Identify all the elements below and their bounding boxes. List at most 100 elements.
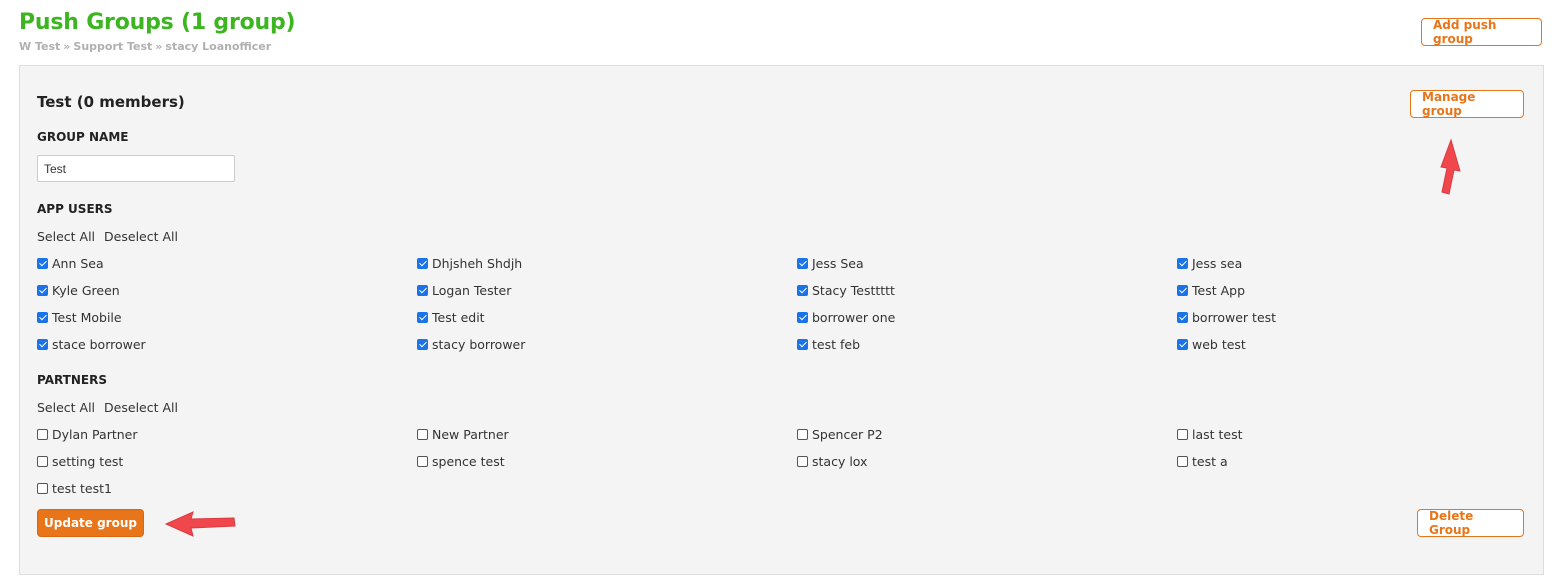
app-user-checkbox-item[interactable]: stace borrower (37, 336, 146, 352)
app-user-checkbox-item[interactable]: web test (1177, 336, 1246, 352)
app-user-row: Kyle Green Logan Tester Stacy Testtttt Test… (37, 282, 1557, 309)
app-user-checkbox-item[interactable]: Jess Sea (797, 255, 864, 271)
checkbox-checked-icon[interactable] (1177, 284, 1188, 296)
manage-group-button[interactable]: Manage group (1410, 90, 1524, 118)
group-name-label: GROUP NAME (37, 130, 129, 144)
app-user-checkbox-item[interactable]: Kyle Green (37, 282, 120, 298)
app-user-name: borrower one (812, 309, 896, 325)
app-user-checkbox-item[interactable]: borrower test (1177, 309, 1276, 325)
group-title: Test (0 members) (37, 93, 185, 111)
checkbox-unchecked-icon[interactable] (1177, 428, 1188, 440)
checkbox-checked-icon[interactable] (37, 284, 48, 296)
app-user-name: Dhjsheh Shdjh (432, 255, 523, 271)
app-user-checkbox-item[interactable]: Ann Sea (37, 255, 104, 271)
partner-checkbox-item[interactable]: test test1 (37, 480, 112, 496)
app-user-name: web test (1192, 336, 1246, 352)
breadcrumb-item[interactable]: W Test (19, 40, 60, 53)
app-user-name: Jess Sea (812, 255, 864, 271)
app-user-checkbox-item[interactable]: borrower one (797, 309, 895, 325)
checkbox-checked-icon[interactable] (37, 311, 48, 323)
partner-name: spence test (432, 453, 505, 469)
checkbox-checked-icon[interactable] (1177, 338, 1188, 350)
partner-row: setting test spence test stacy lox test a (37, 453, 1557, 480)
checkbox-unchecked-icon[interactable] (797, 428, 808, 440)
checkbox-unchecked-icon[interactable] (417, 428, 428, 440)
add-push-group-button[interactable]: Add push group (1421, 18, 1542, 46)
group-name-input[interactable] (37, 155, 235, 182)
app-user-checkbox-item[interactable]: Test App (1177, 282, 1245, 298)
partner-name: New Partner (432, 426, 509, 442)
checkbox-unchecked-icon[interactable] (37, 455, 48, 467)
checkbox-checked-icon[interactable] (1177, 311, 1188, 323)
partner-name: last test (1192, 426, 1243, 442)
breadcrumb-item[interactable]: stacy Loanofficer (165, 40, 271, 53)
checkbox-unchecked-icon[interactable] (1177, 455, 1188, 467)
checkbox-unchecked-icon[interactable] (37, 428, 48, 440)
app-users-select-links: Select All Deselect All (37, 229, 187, 244)
app-user-name: Test App (1192, 282, 1246, 298)
app-user-checkbox-item[interactable]: stacy borrower (417, 336, 525, 352)
partner-checkbox-item[interactable]: setting test (37, 453, 123, 469)
checkbox-checked-icon[interactable] (37, 257, 48, 269)
app-user-name: Test Mobile (52, 309, 122, 325)
app-users-list: Ann Sea Dhjsheh Shdjh Jess Sea Jess sea Kyle… (37, 255, 1557, 363)
partners-select-links: Select All Deselect All (37, 400, 187, 415)
app-user-checkbox-item[interactable]: test feb (797, 336, 860, 352)
app-user-name: stacy borrower (432, 336, 526, 352)
app-user-row: Ann Sea Dhjsheh Shdjh Jess Sea Jess sea (37, 255, 1557, 282)
group-panel: Test (0 members) Manage group GROUP NAME… (19, 65, 1544, 575)
checkbox-checked-icon[interactable] (37, 338, 48, 350)
update-group-button[interactable]: Update group (37, 509, 144, 537)
app-user-checkbox-item[interactable]: Test edit (417, 309, 485, 325)
delete-group-button[interactable]: Delete Group (1417, 509, 1524, 537)
partner-checkbox-item[interactable]: test a (1177, 453, 1228, 469)
partner-name: Dylan Partner (52, 426, 138, 442)
checkbox-checked-icon[interactable] (797, 257, 808, 269)
partner-name: test test1 (52, 480, 112, 496)
partners-select-all-link[interactable]: Select All (37, 400, 95, 415)
partner-row: test test1 (37, 480, 1557, 507)
checkbox-checked-icon[interactable] (417, 338, 428, 350)
app-users-deselect-all-link[interactable]: Deselect All (104, 229, 178, 244)
partner-checkbox-item[interactable]: New Partner (417, 426, 509, 442)
breadcrumb-separator: » (63, 40, 71, 53)
app-user-name: Logan Tester (432, 282, 512, 298)
app-user-name: Ann Sea (52, 255, 104, 271)
checkbox-checked-icon[interactable] (1177, 257, 1188, 269)
partner-row: Dylan Partner New Partner Spencer P2 last t… (37, 426, 1557, 453)
app-user-checkbox-item[interactable]: Test Mobile (37, 309, 122, 325)
app-user-name: Stacy Testtttt (812, 282, 895, 298)
app-user-checkbox-item[interactable]: Stacy Testtttt (797, 282, 895, 298)
partner-name: Spencer P2 (812, 426, 883, 442)
partner-checkbox-item[interactable]: spence test (417, 453, 505, 469)
app-user-name: Test edit (432, 309, 485, 325)
app-users-select-all-link[interactable]: Select All (37, 229, 95, 244)
app-user-name: stace borrower (52, 336, 146, 352)
partners-list: Dylan Partner New Partner Spencer P2 last t… (37, 426, 1557, 507)
checkbox-checked-icon[interactable] (797, 338, 808, 350)
checkbox-checked-icon[interactable] (417, 284, 428, 296)
app-user-name: test feb (812, 336, 861, 352)
checkbox-unchecked-icon[interactable] (797, 455, 808, 467)
checkbox-unchecked-icon[interactable] (37, 482, 48, 494)
partner-checkbox-item[interactable]: stacy lox (797, 453, 867, 469)
breadcrumb-item[interactable]: Support Test (73, 40, 152, 53)
partner-checkbox-item[interactable]: last test (1177, 426, 1243, 442)
partner-name: setting test (52, 453, 124, 469)
partners-deselect-all-link[interactable]: Deselect All (104, 400, 178, 415)
app-users-label: APP USERS (37, 202, 113, 216)
partner-name: test a (1192, 453, 1228, 469)
app-user-row: Test Mobile Test edit borrower one borrower… (37, 309, 1557, 336)
partner-checkbox-item[interactable]: Spencer P2 (797, 426, 883, 442)
partner-checkbox-item[interactable]: Dylan Partner (37, 426, 137, 442)
app-user-checkbox-item[interactable]: Jess sea (1177, 255, 1242, 271)
checkbox-checked-icon[interactable] (417, 311, 428, 323)
app-user-name: borrower test (1192, 309, 1277, 325)
app-user-checkbox-item[interactable]: Logan Tester (417, 282, 511, 298)
checkbox-unchecked-icon[interactable] (417, 455, 428, 467)
partners-label: PARTNERS (37, 373, 107, 387)
app-user-checkbox-item[interactable]: Dhjsheh Shdjh (417, 255, 522, 271)
checkbox-checked-icon[interactable] (417, 257, 428, 269)
checkbox-checked-icon[interactable] (797, 311, 808, 323)
checkbox-checked-icon[interactable] (797, 284, 808, 296)
